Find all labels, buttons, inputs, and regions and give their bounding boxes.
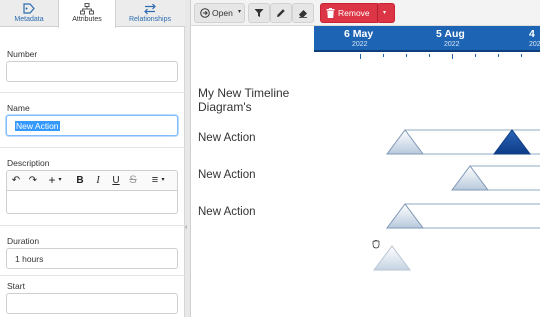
properties-panel: Metadata Attributes Relationships Number… (0, 0, 185, 317)
insert-button[interactable]: + (47, 174, 57, 187)
name-label: Name (7, 103, 30, 113)
tag-icon (23, 3, 35, 14)
align-button[interactable]: ≡ (150, 174, 160, 187)
tab-metadata-label: Metadata (14, 16, 44, 23)
filter-icon (254, 9, 264, 17)
action-bar[interactable] (386, 129, 540, 155)
tab-relationships[interactable]: Relationships (116, 0, 184, 27)
tab-metadata[interactable]: Metadata (0, 0, 58, 27)
open-button-label: Open (212, 8, 233, 18)
tab-attributes-label: Attributes (72, 16, 102, 23)
eraser-icon (299, 10, 307, 18)
collapse-chevron-icon[interactable]: ‹ (185, 224, 187, 231)
circle-arrow-icon (200, 8, 210, 18)
divider (0, 275, 185, 276)
trash-icon (326, 8, 335, 18)
insert-dropdown-caret-icon[interactable]: ▾ (57, 174, 63, 187)
align-dropdown-caret-icon[interactable]: ▾ (160, 174, 166, 187)
end-milestone-triangle[interactable] (493, 129, 531, 155)
remove-button[interactable]: Remove (320, 3, 380, 23)
strikethrough-button[interactable]: S (128, 174, 138, 187)
remove-caret-icon: ▾ (383, 10, 387, 16)
start-label: Start (7, 281, 25, 291)
start-milestone-triangle[interactable] (386, 129, 424, 155)
description-label: Description (7, 158, 50, 168)
filter-button[interactable] (248, 3, 270, 23)
divider (0, 147, 185, 148)
edit-button[interactable] (270, 3, 292, 23)
description-editor-toolbar: ↶ ↷ + ▾ B I U S ≡ ▾ (6, 170, 178, 190)
open-button[interactable]: Open ▾ (194, 3, 245, 23)
number-label: Number (7, 49, 38, 59)
description-editor[interactable] (6, 190, 178, 214)
italic-button[interactable]: I (93, 174, 103, 187)
pencil-icon (277, 9, 285, 17)
start-milestone-triangle[interactable] (386, 203, 424, 229)
bold-button[interactable]: B (75, 174, 85, 187)
open-caret-icon: ▾ (238, 9, 242, 15)
start-input[interactable] (6, 293, 178, 314)
timeline-area: Open ▾ Remove ▾ 6 May 2022 5 Aug 2022 4 … (191, 0, 540, 317)
start-milestone-triangle[interactable] (451, 165, 489, 191)
tab-attributes[interactable]: Attributes (58, 0, 116, 28)
hand-cursor-icon (372, 240, 380, 249)
drag-preview-triangle (373, 245, 411, 271)
redo-button[interactable]: ↷ (28, 174, 38, 187)
duration-label: Duration (7, 236, 40, 246)
divider (0, 225, 185, 226)
action-bar[interactable] (386, 203, 540, 229)
name-input[interactable]: New Action (6, 115, 178, 136)
panel-tabs: Metadata Attributes Relationships (0, 0, 185, 28)
swap-arrows-icon (144, 3, 156, 15)
hierarchy-icon (80, 3, 94, 15)
remove-dropdown-button[interactable]: ▾ (377, 3, 395, 23)
divider (0, 92, 185, 93)
action-bar[interactable] (451, 165, 540, 191)
main-toolbar: Open ▾ Remove ▾ (191, 0, 540, 26)
number-input[interactable] (6, 61, 178, 82)
timeline-canvas[interactable]: 6 May 2022 5 Aug 2022 4 2022 My New Time… (191, 26, 540, 317)
undo-button[interactable]: ↶ (11, 174, 21, 187)
remove-button-label: Remove (338, 8, 370, 18)
name-input-value: New Action (15, 121, 60, 131)
underline-button[interactable]: U (111, 174, 121, 187)
tab-relationships-label: Relationships (128, 16, 172, 23)
timeline-shapes (372, 129, 540, 271)
erase-button[interactable] (292, 3, 314, 23)
duration-input[interactable]: 1 hours (6, 248, 178, 269)
